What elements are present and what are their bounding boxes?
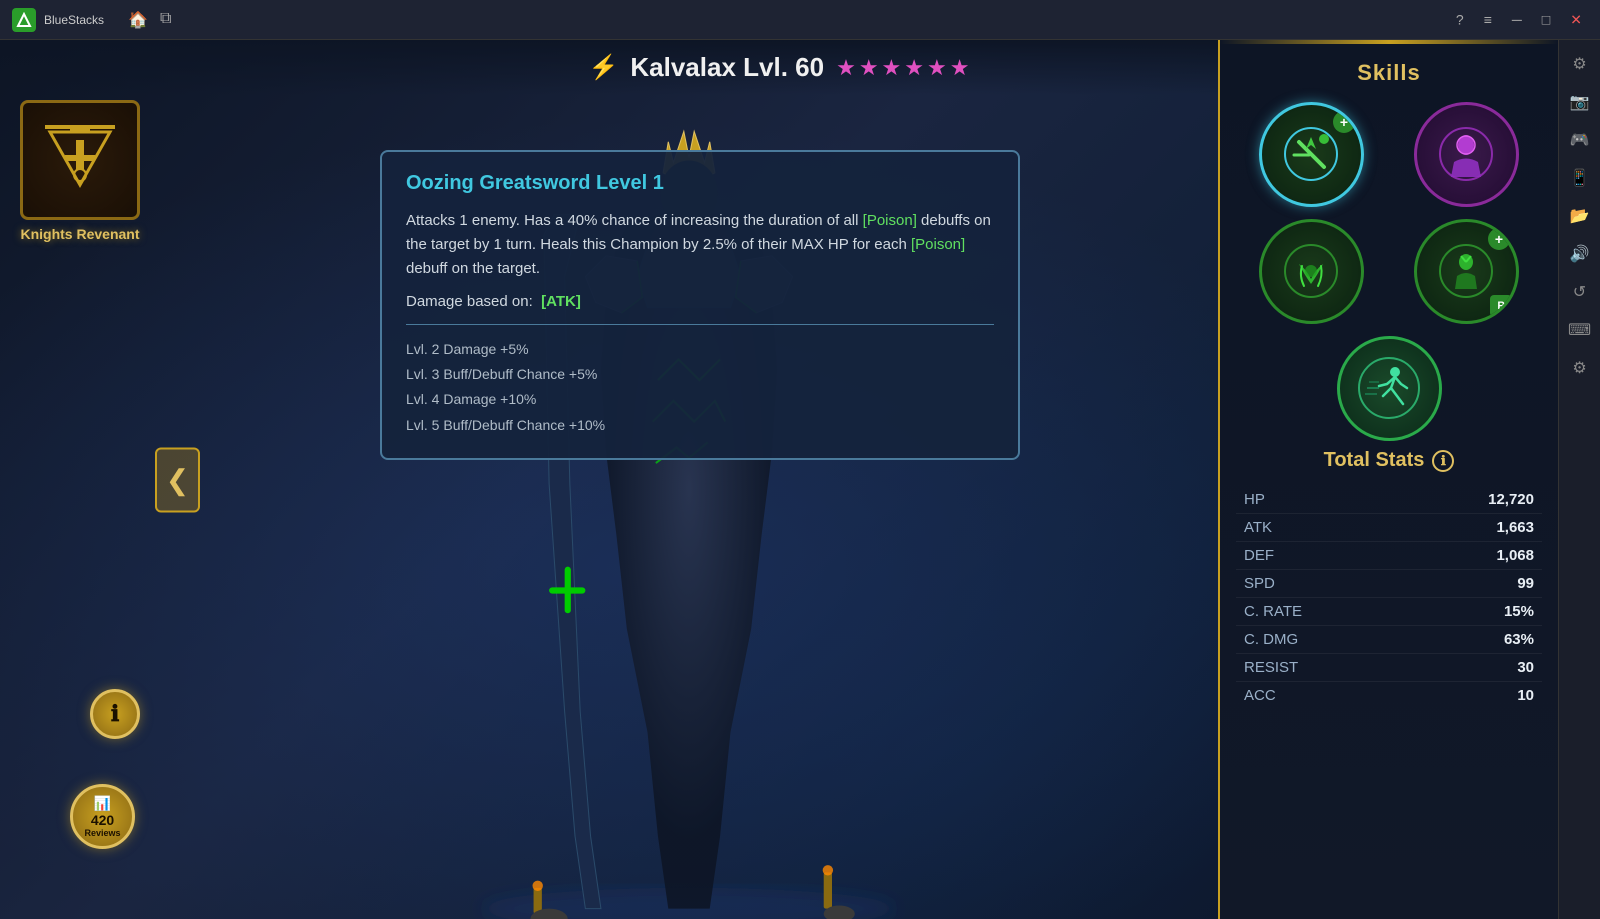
stat-value-spd: 99 bbox=[1517, 575, 1534, 592]
sidebar-tool-4[interactable]: 📱 bbox=[1564, 162, 1596, 194]
stat-value-def: 1,068 bbox=[1496, 547, 1534, 564]
star-6: ★ bbox=[950, 55, 970, 81]
title-bar: BlueStacks 🏠 ⧉ ? ≡ ─ □ ✕ bbox=[0, 0, 1600, 40]
level-bonus-3: Lvl. 4 Damage +10% bbox=[406, 387, 994, 412]
skill-tooltip: Oozing Greatsword Level 1 Attacks 1 enem… bbox=[380, 150, 1020, 460]
nav-arrow-left[interactable]: ❮ bbox=[155, 447, 200, 512]
stat-value-atk: 1,663 bbox=[1496, 519, 1534, 536]
skill-4-passive: P bbox=[1490, 295, 1512, 317]
star-2: ★ bbox=[859, 55, 879, 81]
stat-row-cdmg: C. DMG 63% bbox=[1236, 626, 1542, 654]
skill-4-plus: + bbox=[1488, 228, 1510, 250]
skill-icon-2[interactable] bbox=[1414, 102, 1519, 207]
stat-value-hp: 12,720 bbox=[1488, 491, 1534, 508]
skill-icon-4[interactable]: P + bbox=[1414, 219, 1519, 324]
stat-value-acc: 10 bbox=[1517, 687, 1534, 704]
level-bonuses: Lvl. 2 Damage +5% Lvl. 3 Buff/Debuff Cha… bbox=[406, 337, 994, 438]
skill-icon-5[interactable] bbox=[1337, 336, 1442, 441]
sidebar-tool-1[interactable]: ⚙ bbox=[1564, 48, 1596, 80]
star-5: ★ bbox=[927, 55, 947, 81]
damage-based-row: Damage based on: [ATK] bbox=[406, 293, 994, 310]
total-stats-info-button[interactable]: ℹ bbox=[1432, 450, 1454, 472]
bluestacks-sidebar: ⚙ 📷 🎮 📱 📂 🔊 ↺ ⌨ ⚙ bbox=[1558, 40, 1600, 919]
skill-icon-3[interactable] bbox=[1259, 219, 1364, 324]
stat-row-def: DEF 1,068 bbox=[1236, 542, 1542, 570]
level-bonus-4: Lvl. 5 Buff/Debuff Chance +10% bbox=[406, 413, 994, 438]
stat-value-resist: 30 bbox=[1517, 659, 1534, 676]
reviews-badge[interactable]: 📊 420 Reviews bbox=[70, 784, 135, 849]
champion-name: Kalvalax Lvl. 60 bbox=[630, 52, 824, 83]
sidebar-tool-2[interactable]: 📷 bbox=[1564, 86, 1596, 118]
poison-tag-1: [Poison] bbox=[863, 212, 917, 229]
app-name: BlueStacks bbox=[44, 13, 104, 27]
reviews-count: 420 bbox=[91, 812, 114, 828]
star-1: ★ bbox=[836, 55, 856, 81]
stat-name-crate: C. RATE bbox=[1244, 603, 1302, 620]
multi-icon[interactable]: ⧉ bbox=[160, 10, 171, 30]
left-arrow-icon: ❮ bbox=[166, 463, 189, 496]
stat-name-hp: HP bbox=[1244, 491, 1265, 508]
sidebar-tool-3[interactable]: 🎮 bbox=[1564, 124, 1596, 156]
stat-name-resist: RESIST bbox=[1244, 659, 1298, 676]
stat-value-cdmg: 63% bbox=[1504, 631, 1534, 648]
reviews-label: Reviews bbox=[84, 828, 120, 838]
tooltip-description: Attacks 1 enemy. Has a 40% chance of inc… bbox=[406, 209, 994, 281]
menu-button[interactable]: ≡ bbox=[1478, 7, 1498, 32]
window-controls: ? ≡ ─ □ ✕ bbox=[1450, 7, 1588, 32]
total-stats-text: Total Stats bbox=[1324, 449, 1425, 472]
maximize-button[interactable]: □ bbox=[1536, 7, 1556, 32]
tooltip-title: Oozing Greatsword Level 1 bbox=[406, 172, 994, 195]
skills-grid: + bbox=[1220, 94, 1558, 336]
total-stats-label: Total Stats ℹ bbox=[1236, 449, 1542, 472]
sidebar-tool-5[interactable]: 📂 bbox=[1564, 200, 1596, 232]
skill-icon-1[interactable]: + bbox=[1259, 102, 1364, 207]
level-bonus-2: Lvl. 3 Buff/Debuff Chance +5% bbox=[406, 362, 994, 387]
stat-name-def: DEF bbox=[1244, 547, 1274, 564]
sidebar-tool-6[interactable]: 🔊 bbox=[1564, 238, 1596, 270]
window: BlueStacks 🏠 ⧉ ? ≡ ─ □ ✕ ⚙ 📷 🎮 📱 📂 🔊 ↺ ⌨… bbox=[0, 0, 1600, 919]
faction-emblem bbox=[20, 100, 140, 220]
stat-row-atk: ATK 1,663 bbox=[1236, 514, 1542, 542]
stat-name-cdmg: C. DMG bbox=[1244, 631, 1298, 648]
damage-based-label: Damage based on: bbox=[406, 293, 533, 310]
stat-name-spd: SPD bbox=[1244, 575, 1275, 592]
stat-value-crate: 15% bbox=[1504, 603, 1534, 620]
poison-tag-2: [Poison] bbox=[911, 236, 965, 253]
stat-row-spd: SPD 99 bbox=[1236, 570, 1542, 598]
sidebar-tool-7[interactable]: ↺ bbox=[1564, 276, 1596, 308]
star-3: ★ bbox=[882, 55, 902, 81]
tooltip-divider bbox=[406, 324, 994, 325]
champion-stars: ★ ★ ★ ★ ★ ★ bbox=[836, 55, 969, 81]
stat-row-crate: C. RATE 15% bbox=[1236, 598, 1542, 626]
level-bonus-1: Lvl. 2 Damage +5% bbox=[406, 337, 994, 362]
stats-table: HP 12,720 ATK 1,663 DEF 1,068 SPD 99 bbox=[1236, 486, 1542, 709]
help-button[interactable]: ? bbox=[1450, 7, 1470, 32]
star-4: ★ bbox=[904, 55, 924, 81]
skill-1-plus: + bbox=[1333, 111, 1355, 133]
nav-icons: 🏠 ⧉ bbox=[128, 10, 171, 30]
faction-name: Knights Revenant bbox=[20, 226, 140, 242]
minimize-button[interactable]: ─ bbox=[1506, 7, 1528, 32]
close-button[interactable]: ✕ bbox=[1564, 7, 1588, 32]
skills-header: Skills bbox=[1220, 44, 1558, 94]
bluestacks-logo bbox=[12, 8, 36, 32]
stat-name-acc: ACC bbox=[1244, 687, 1276, 704]
sidebar-tool-9[interactable]: ⚙ bbox=[1564, 352, 1596, 384]
info-button[interactable]: ℹ bbox=[90, 689, 140, 739]
stat-name-atk: ATK bbox=[1244, 519, 1272, 536]
total-stats-section: Total Stats ℹ HP 12,720 ATK 1,663 DEF 1,… bbox=[1220, 449, 1558, 709]
champion-title: ⚡ Kalvalax Lvl. 60 ★ ★ ★ ★ ★ ★ bbox=[589, 52, 970, 83]
damage-based-value: [ATK] bbox=[541, 293, 581, 310]
reviews-icon: 📊 bbox=[94, 795, 111, 812]
lightning-icon: ⚡ bbox=[589, 53, 619, 82]
stat-row-acc: ACC 10 bbox=[1236, 682, 1542, 709]
home-icon[interactable]: 🏠 bbox=[128, 10, 148, 30]
game-area: ⚡ Kalvalax Lvl. 60 ★ ★ ★ ★ ★ ★ bbox=[0, 40, 1558, 919]
faction-panel: Knights Revenant bbox=[20, 100, 140, 242]
sidebar-tool-8[interactable]: ⌨ bbox=[1564, 314, 1596, 346]
stat-row-resist: RESIST 30 bbox=[1236, 654, 1542, 682]
skill-5-row bbox=[1220, 336, 1558, 449]
stat-row-hp: HP 12,720 bbox=[1236, 486, 1542, 514]
right-panel: Skills + bbox=[1218, 40, 1558, 919]
